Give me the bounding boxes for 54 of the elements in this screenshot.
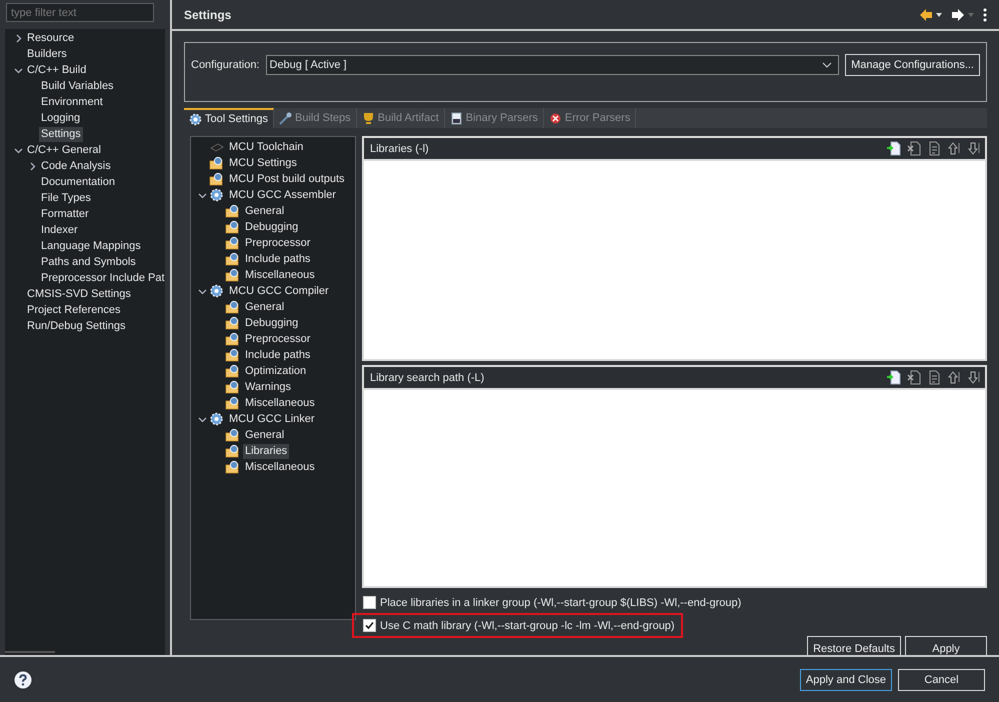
- tree-item[interactable]: MCU GCC Compiler: [227, 284, 331, 298]
- tree-item[interactable]: General: [243, 428, 286, 442]
- tree-item[interactable]: General: [243, 204, 286, 218]
- tree-item[interactable]: MCU Post build outputs: [227, 172, 347, 186]
- tree-item[interactable]: Miscellaneous: [243, 460, 317, 474]
- tree-item[interactable]: MCU Settings: [227, 156, 299, 170]
- manage-configurations-button[interactable]: Manage Configurations...: [845, 54, 980, 76]
- nav-item[interactable]: C/C++ Build: [25, 62, 88, 78]
- page-button[interactable]: Restore Defaults: [807, 636, 901, 655]
- nav-item[interactable]: Documentation: [39, 174, 117, 190]
- tree-item[interactable]: Include paths: [243, 252, 312, 266]
- tree-item[interactable]: Warnings: [243, 380, 294, 394]
- tree-item[interactable]: Optimization: [243, 364, 308, 378]
- configuration-label: Configuration:: [191, 59, 260, 71]
- nav-item[interactable]: Code Analysis: [39, 158, 113, 174]
- tree-item[interactable]: MCU Toolchain: [227, 140, 306, 154]
- option-label: Place libraries in a linker group (-Wl,--start-group $(LIBS) -Wl,--end-group): [380, 596, 742, 609]
- tree-item[interactable]: General: [243, 300, 286, 314]
- tab[interactable]: Tool Settings: [184, 108, 274, 128]
- nav-item[interactable]: Run/Debug Settings: [25, 318, 128, 334]
- nav-item[interactable]: Indexer: [39, 222, 80, 238]
- nav-item[interactable]: Paths and Symbols: [39, 254, 138, 270]
- page-button[interactable]: Apply: [905, 636, 987, 655]
- nav-item[interactable]: Formatter: [39, 206, 91, 222]
- nav-item[interactable]: Preprocessor Include Pat: [39, 270, 167, 286]
- tree-item[interactable]: Miscellaneous: [243, 268, 317, 282]
- tree-item[interactable]: Preprocessor: [243, 332, 312, 346]
- list-title: Libraries (-l): [370, 142, 429, 154]
- tree-item[interactable]: Libraries: [243, 444, 290, 458]
- configuration-dropdown[interactable]: Debug [ Active ]: [266, 55, 840, 75]
- nav-item[interactable]: Build Variables: [39, 78, 116, 94]
- dialog-button[interactable]: Cancel: [898, 668, 985, 690]
- nav-item[interactable]: Logging: [39, 110, 82, 126]
- tree-item[interactable]: Preprocessor: [243, 236, 312, 250]
- nav-item[interactable]: CMSIS-SVD Settings: [25, 286, 133, 302]
- page-title: Settings: [184, 8, 232, 22]
- nav-item[interactable]: C/C++ General: [25, 142, 103, 158]
- list-title: Library search path (-L): [370, 372, 484, 384]
- nav-item[interactable]: Language Mappings: [39, 238, 143, 254]
- nav-item[interactable]: Settings: [39, 126, 83, 142]
- nav-item[interactable]: Resource: [25, 30, 76, 46]
- nav-item[interactable]: Builders: [25, 46, 69, 62]
- tree-item[interactable]: Miscellaneous: [243, 396, 317, 410]
- tree-item[interactable]: Include paths: [243, 348, 312, 362]
- tree-item[interactable]: MCU GCC Assembler: [227, 188, 338, 202]
- tree-item[interactable]: MCU GCC Linker: [227, 412, 317, 426]
- nav-item[interactable]: Environment: [39, 94, 105, 110]
- dialog-button[interactable]: Apply and Close: [800, 668, 892, 690]
- tree-item[interactable]: Debugging: [243, 220, 300, 234]
- nav-item[interactable]: File Types: [39, 190, 93, 206]
- tree-item[interactable]: Debugging: [243, 316, 300, 330]
- filter-field[interactable]: type filter text: [6, 3, 154, 22]
- nav-item[interactable]: Project References: [25, 302, 123, 318]
- option-label: Use C math library (-Wl,--start-group -lc -lm -Wl,--end-group): [380, 620, 675, 632]
